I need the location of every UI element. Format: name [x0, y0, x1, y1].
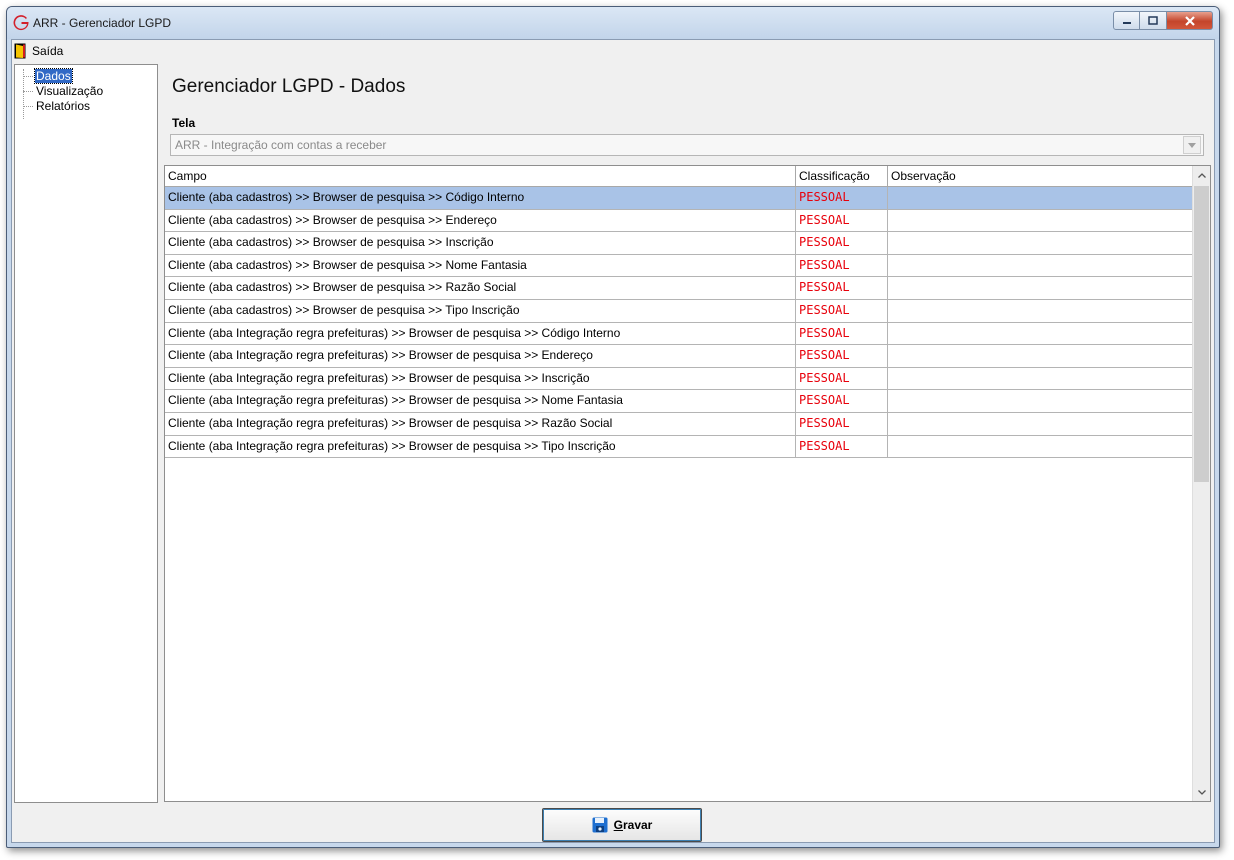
- close-button[interactable]: [1167, 11, 1213, 30]
- sidebar-tree: Dados Visualização Relatórios: [14, 64, 158, 803]
- table-row[interactable]: Cliente (aba Integração regra prefeitura…: [165, 435, 1200, 459]
- grid-rows: Cliente (aba cadastros) >> Browser de pe…: [165, 187, 1200, 459]
- table-row[interactable]: Cliente (aba cadastros) >> Browser de pe…: [165, 299, 1200, 323]
- cell-campo[interactable]: Cliente (aba Integração regra prefeitura…: [165, 367, 796, 390]
- table-row[interactable]: Cliente (aba Integração regra prefeitura…: [165, 345, 1200, 368]
- save-disk-icon: [592, 817, 608, 833]
- app-window: ARR - Gerenciador LGPD Saída Dados Visua…: [6, 6, 1220, 848]
- table-row[interactable]: Cliente (aba cadastros) >> Browser de pe…: [165, 187, 1200, 210]
- vertical-scrollbar[interactable]: [1192, 166, 1210, 801]
- cell-observacao[interactable]: [888, 187, 1200, 209]
- tela-dropdown[interactable]: ARR - Integração com contas a receber: [170, 134, 1204, 156]
- menu-bar: Saída: [12, 40, 1214, 62]
- table-row[interactable]: Cliente (aba Integração regra prefeitura…: [165, 322, 1200, 346]
- data-grid[interactable]: Campo Classificação Observação Cliente (…: [164, 165, 1211, 802]
- app-logo-icon: [13, 15, 29, 31]
- dropdown-arrow-button[interactable]: [1183, 136, 1201, 154]
- table-row[interactable]: Cliente (aba cadastros) >> Browser de pe…: [165, 209, 1200, 233]
- footer-bar: Gravar: [12, 806, 1214, 842]
- scroll-thumb[interactable]: [1194, 186, 1209, 482]
- grid-header: Campo Classificação Observação: [165, 166, 1200, 187]
- main-panel: Gerenciador LGPD - Dados Tela ARR - Inte…: [162, 64, 1212, 803]
- tree-item-label: Dados: [34, 68, 73, 84]
- table-row[interactable]: Cliente (aba Integração regra prefeitura…: [165, 390, 1200, 413]
- table-row[interactable]: Cliente (aba Integração regra prefeitura…: [165, 412, 1200, 436]
- cell-observacao[interactable]: [888, 345, 1200, 367]
- maximize-button[interactable]: [1140, 11, 1167, 30]
- cell-campo[interactable]: Cliente (aba Integração regra prefeitura…: [165, 435, 796, 458]
- column-header-campo[interactable]: Campo: [165, 166, 796, 186]
- tree-item-visualizacao[interactable]: Visualização: [15, 84, 157, 99]
- cell-classificacao[interactable]: PESSOAL: [796, 187, 888, 209]
- tela-label: Tela: [172, 116, 196, 130]
- cell-classificacao[interactable]: PESSOAL: [796, 367, 888, 390]
- scroll-up-button[interactable]: [1193, 166, 1210, 184]
- cell-observacao[interactable]: [888, 390, 1200, 412]
- title-bar[interactable]: ARR - Gerenciador LGPD: [7, 7, 1219, 39]
- cell-classificacao[interactable]: PESSOAL: [796, 277, 888, 299]
- client-area: Saída Dados Visualização Relatórios Gere…: [11, 39, 1215, 843]
- cell-classificacao[interactable]: PESSOAL: [796, 209, 888, 232]
- save-button[interactable]: Gravar: [542, 808, 702, 842]
- cell-campo[interactable]: Cliente (aba cadastros) >> Browser de pe…: [165, 209, 796, 232]
- cell-observacao[interactable]: [888, 435, 1200, 458]
- cell-campo[interactable]: Cliente (aba cadastros) >> Browser de pe…: [165, 254, 796, 277]
- save-button-label: Gravar: [613, 818, 653, 832]
- maximize-icon: [1148, 15, 1158, 25]
- exit-door-icon: [14, 43, 26, 59]
- cell-campo[interactable]: Cliente (aba cadastros) >> Browser de pe…: [165, 277, 796, 299]
- table-row[interactable]: Cliente (aba Integração regra prefeitura…: [165, 367, 1200, 391]
- table-row[interactable]: Cliente (aba cadastros) >> Browser de pe…: [165, 232, 1200, 255]
- cell-classificacao[interactable]: PESSOAL: [796, 390, 888, 412]
- cell-observacao[interactable]: [888, 412, 1200, 435]
- cell-classificacao[interactable]: PESSOAL: [796, 435, 888, 458]
- window-title: ARR - Gerenciador LGPD: [33, 16, 172, 30]
- tree-item-dados[interactable]: Dados: [15, 68, 157, 84]
- chevron-up-icon: [1197, 172, 1206, 178]
- tree-item-relatorios[interactable]: Relatórios: [15, 99, 157, 114]
- cell-campo[interactable]: Cliente (aba cadastros) >> Browser de pe…: [165, 232, 796, 254]
- tree-item-label: Visualização: [36, 84, 104, 98]
- menu-item-saida[interactable]: Saída: [14, 42, 63, 60]
- cell-classificacao[interactable]: PESSOAL: [796, 299, 888, 322]
- close-icon: [1184, 15, 1195, 26]
- cell-campo[interactable]: Cliente (aba cadastros) >> Browser de pe…: [165, 187, 796, 209]
- cell-observacao[interactable]: [888, 299, 1200, 322]
- chevron-down-icon: [1188, 142, 1196, 148]
- cell-classificacao[interactable]: PESSOAL: [796, 322, 888, 345]
- cell-campo[interactable]: Cliente (aba Integração regra prefeitura…: [165, 322, 796, 345]
- table-row[interactable]: Cliente (aba cadastros) >> Browser de pe…: [165, 277, 1200, 300]
- cell-classificacao[interactable]: PESSOAL: [796, 232, 888, 254]
- cell-campo[interactable]: Cliente (aba Integração regra prefeitura…: [165, 412, 796, 435]
- column-header-observacao[interactable]: Observação: [888, 166, 1200, 186]
- cell-observacao[interactable]: [888, 367, 1200, 390]
- cell-observacao[interactable]: [888, 232, 1200, 254]
- cell-observacao[interactable]: [888, 209, 1200, 232]
- cell-observacao[interactable]: [888, 254, 1200, 277]
- window-controls: [1113, 11, 1213, 31]
- chevron-down-icon: [1197, 789, 1206, 795]
- tela-selected-value: ARR - Integração com contas a receber: [175, 138, 387, 152]
- minimize-icon: [1122, 21, 1131, 24]
- cell-campo[interactable]: Cliente (aba Integração regra prefeitura…: [165, 345, 796, 367]
- scroll-down-button[interactable]: [1193, 783, 1210, 801]
- table-row[interactable]: Cliente (aba cadastros) >> Browser de pe…: [165, 254, 1200, 278]
- cell-observacao[interactable]: [888, 277, 1200, 299]
- cell-campo[interactable]: Cliente (aba Integração regra prefeitura…: [165, 390, 796, 412]
- cell-classificacao[interactable]: PESSOAL: [796, 412, 888, 435]
- cell-campo[interactable]: Cliente (aba cadastros) >> Browser de pe…: [165, 299, 796, 322]
- menu-label-saida: Saída: [32, 44, 64, 58]
- column-header-classificacao[interactable]: Classificação: [796, 166, 888, 186]
- minimize-button[interactable]: [1113, 11, 1140, 30]
- page-title: Gerenciador LGPD - Dados: [172, 76, 406, 97]
- cell-classificacao[interactable]: PESSOAL: [796, 345, 888, 367]
- cell-classificacao[interactable]: PESSOAL: [796, 254, 888, 277]
- tree-item-label: Relatórios: [36, 99, 91, 113]
- cell-observacao[interactable]: [888, 322, 1200, 345]
